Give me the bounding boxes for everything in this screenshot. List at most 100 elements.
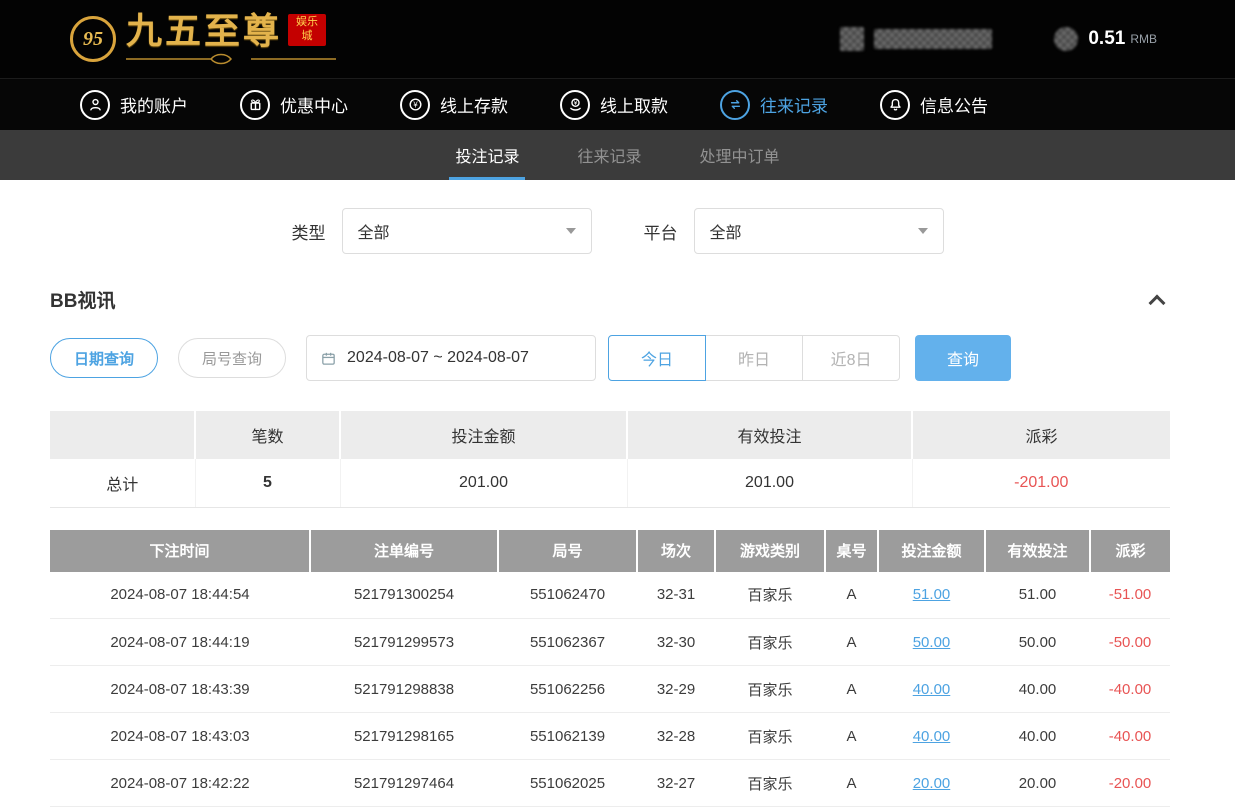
nav-item-deposit[interactable]: ¥ 线上存款: [400, 90, 508, 120]
cell-valid: 51.00: [985, 572, 1090, 619]
nav-item-label: 我的账户: [120, 92, 188, 117]
bet-amount-link[interactable]: 40.00: [913, 681, 951, 698]
bet-table-body: 2024-08-07 18:44:54521791300254551062470…: [50, 572, 1170, 807]
last-8-days-label: 近8日: [831, 346, 872, 370]
cell-round: 551062367: [498, 619, 637, 666]
cell-valid: 20.00: [985, 760, 1090, 807]
summary-count: 5: [195, 459, 340, 507]
search-button[interactable]: 查询: [915, 335, 1011, 381]
round-query-button[interactable]: 局号查询: [178, 338, 286, 378]
query-toolbar: 日期查询 局号查询 2024-08-07 ~ 2024-08-07 今日 昨日 …: [0, 335, 1235, 381]
collapse-chevron-up-icon[interactable]: [1149, 294, 1166, 311]
type-select[interactable]: 全部: [342, 208, 592, 254]
cell-payout: -50.00: [1090, 619, 1170, 666]
search-button-label: 查询: [947, 346, 979, 370]
top-header: 95 九五至尊 娱乐城 0.51 RMB: [0, 0, 1235, 78]
nav-item-records[interactable]: 往来记录: [720, 90, 828, 120]
today-button[interactable]: 今日: [608, 335, 706, 381]
transfer-records-icon: [720, 90, 750, 120]
user-icon: [80, 90, 110, 120]
tab-bet-records[interactable]: 投注记录: [449, 130, 525, 180]
header-table-no: 桌号: [825, 530, 878, 572]
bet-amount-link[interactable]: 50.00: [913, 634, 951, 651]
table-row: 2024-08-07 18:44:54521791300254551062470…: [50, 572, 1170, 619]
summary-header-blank: [50, 411, 195, 459]
logo-emblem-text: 95: [83, 28, 103, 51]
date-query-button[interactable]: 日期查询: [50, 338, 158, 378]
tab-label: 处理中订单: [700, 143, 780, 167]
summary-header-row: 笔数 投注金额 有效投注 派彩: [50, 411, 1170, 459]
username-redacted[interactable]: [874, 29, 992, 49]
quick-date-group: 今日 昨日 近8日: [608, 335, 900, 381]
nav-item-my-account[interactable]: 我的账户: [80, 90, 188, 120]
tab-label: 投注记录: [455, 143, 519, 167]
nav-item-label: 优惠中心: [280, 92, 348, 117]
cell-time: 2024-08-07 18:44:54: [50, 572, 310, 619]
gift-icon: [240, 90, 270, 120]
type-select-value: 全部: [358, 219, 390, 243]
summary-header-valid-bet: 有效投注: [627, 411, 912, 459]
cell-session: 32-31: [637, 572, 715, 619]
cell-id: 521791298838: [310, 666, 498, 713]
header-bet-id: 注单编号: [310, 530, 498, 572]
bet-amount-link[interactable]: 51.00: [913, 586, 951, 603]
platform-select[interactable]: 全部: [694, 208, 944, 254]
balance-currency: RMB: [1130, 32, 1157, 46]
tab-transaction-records[interactable]: 往来记录: [571, 130, 647, 180]
cell-round: 551062139: [498, 713, 637, 760]
date-range-value: 2024-08-07 ~ 2024-08-07: [347, 349, 529, 367]
cell-amount: 40.00: [878, 666, 985, 713]
site-logo[interactable]: 95 九五至尊 娱乐城: [70, 13, 336, 65]
cell-valid: 50.00: [985, 619, 1090, 666]
bet-amount-link[interactable]: 20.00: [913, 775, 951, 792]
yesterday-button[interactable]: 昨日: [705, 335, 803, 381]
header-bet-time: 下注时间: [50, 530, 310, 572]
header-valid-bet: 有效投注: [985, 530, 1090, 572]
bet-amount-link[interactable]: 40.00: [913, 728, 951, 745]
deposit-coin-icon: ¥: [400, 90, 430, 120]
nav-item-withdraw[interactable]: ¥ 线上取款: [560, 90, 668, 120]
nav-item-promotions[interactable]: 优惠中心: [240, 90, 348, 120]
balance-amount: 0.51: [1088, 28, 1125, 50]
last-8-days-button[interactable]: 近8日: [802, 335, 900, 381]
cell-table: A: [825, 619, 878, 666]
cell-game: 百家乐: [715, 619, 825, 666]
header-account-area: 0.51 RMB: [840, 27, 1157, 51]
section-title: BB视讯: [50, 286, 115, 313]
header-game-type: 游戏类别: [715, 530, 825, 572]
cell-game: 百家乐: [715, 713, 825, 760]
cell-payout: -40.00: [1090, 713, 1170, 760]
logo-badge: 娱乐城: [288, 14, 326, 46]
summary-payout: -201.00: [912, 459, 1170, 507]
cell-valid: 40.00: [985, 713, 1090, 760]
table-row: 2024-08-07 18:43:03521791298165551062139…: [50, 713, 1170, 760]
cell-game: 百家乐: [715, 760, 825, 807]
cell-session: 32-27: [637, 760, 715, 807]
round-query-label: 局号查询: [202, 348, 262, 369]
nav-item-label: 往来记录: [760, 92, 828, 117]
cell-time: 2024-08-07 18:43:39: [50, 666, 310, 713]
cell-amount: 50.00: [878, 619, 985, 666]
date-query-label: 日期查询: [74, 348, 134, 369]
cell-time: 2024-08-07 18:43:03: [50, 713, 310, 760]
balance-coin-icon: [1054, 27, 1078, 51]
type-filter-label: 类型: [292, 219, 326, 244]
table-row: 2024-08-07 18:43:39521791298838551062256…: [50, 666, 1170, 713]
cell-payout: -51.00: [1090, 572, 1170, 619]
date-range-input[interactable]: 2024-08-07 ~ 2024-08-07: [306, 335, 596, 381]
header-round-no: 局号: [498, 530, 637, 572]
platform-select-value: 全部: [710, 219, 742, 243]
cell-time: 2024-08-07 18:44:19: [50, 619, 310, 666]
cell-table: A: [825, 760, 878, 807]
nav-item-label: 线上取款: [600, 92, 668, 117]
table-row: 2024-08-07 18:42:22521791297464551062025…: [50, 760, 1170, 807]
cell-payout: -40.00: [1090, 666, 1170, 713]
cell-amount: 40.00: [878, 713, 985, 760]
summary-valid-bet: 201.00: [627, 459, 912, 507]
user-avatar[interactable]: [840, 27, 864, 51]
logo-title: 九五至尊: [126, 13, 282, 49]
header-session: 场次: [637, 530, 715, 572]
tab-processing-orders[interactable]: 处理中订单: [694, 130, 786, 180]
nav-item-announcements[interactable]: 信息公告: [880, 90, 988, 120]
header-bet-amount: 投注金额: [878, 530, 985, 572]
